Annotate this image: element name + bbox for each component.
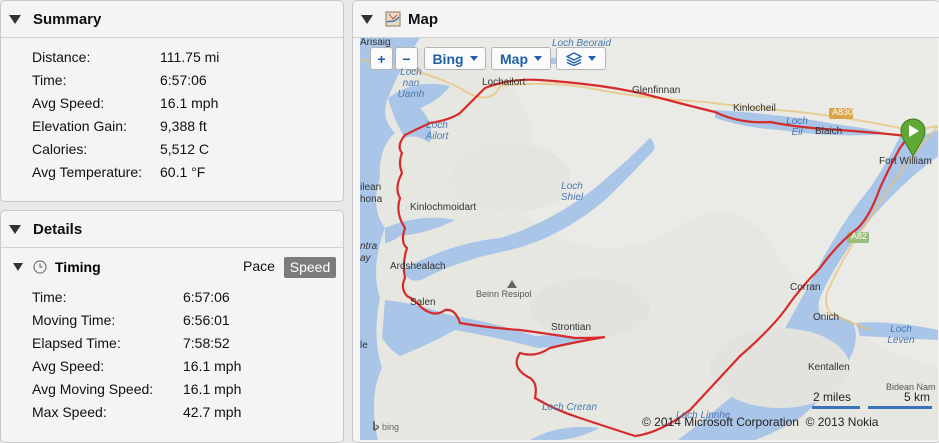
stat-label: Max Speed: — [32, 404, 107, 420]
pace-toggle[interactable]: Pace — [243, 258, 275, 274]
stat-value: 6:56:01 — [183, 312, 230, 328]
place-label: ay — [360, 253, 371, 264]
map-scale: 2 miles 5 km — [812, 390, 936, 410]
scale-bar-miles — [812, 406, 860, 409]
stat-value: 5,512 C — [160, 141, 210, 157]
stat-value: 16.1 mph — [183, 358, 242, 374]
disclosure-triangle-icon[interactable] — [9, 14, 21, 24]
water-label: Loch Beoraid — [552, 38, 611, 49]
stat-value: 42.7 mph — [183, 404, 242, 420]
water-label: Loch Shiel — [560, 181, 584, 203]
stat-value: 6:57:06 — [160, 72, 207, 88]
stat-label: Calories: — [32, 141, 88, 157]
stat-row: Avg Speed: 16.1 mph — [1, 355, 341, 377]
stat-row: Calories: 5,512 C — [1, 138, 341, 160]
stat-value: 6:57:06 — [183, 289, 230, 305]
layers-icon — [566, 51, 582, 66]
timing-title: Timing — [55, 259, 101, 275]
stat-row: Elapsed Time: 7:58:52 — [1, 332, 341, 354]
stat-label: Time: — [32, 72, 67, 88]
stat-label: Avg Temperature: — [32, 164, 142, 180]
layers-dropdown[interactable] — [556, 47, 606, 70]
caret-down-icon — [534, 56, 542, 61]
place-label: Lochailort — [482, 77, 526, 88]
scale-km: 5 km — [903, 390, 930, 404]
water-label: Loch Creran — [542, 402, 598, 413]
place-label: Arisaig — [360, 38, 391, 48]
stat-label: Time: — [32, 289, 67, 305]
map-type-dropdown[interactable]: Map — [491, 47, 551, 70]
stat-row: Time: 6:57:06 — [1, 286, 341, 308]
place-label: le — [360, 340, 368, 351]
road-label: A82 — [851, 231, 868, 241]
road-label: A830 — [832, 107, 854, 117]
stat-value: 16.1 mph — [183, 381, 242, 397]
stat-label: Avg Moving Speed: — [32, 381, 154, 397]
stat-row: Moving Time: 6:56:01 — [1, 309, 341, 331]
map-header[interactable]: Map — [353, 1, 939, 38]
place-label: Glenfinnan — [632, 85, 681, 96]
bing-logo-icon — [373, 421, 379, 431]
water-label: Loch nan Uamh — [397, 67, 425, 100]
stat-value: 9,388 ft — [160, 118, 207, 134]
summary-panel: Summary Distance: 111.75 mi Time: 6:57:06 Av… — [0, 0, 344, 202]
stat-label: Elapsed Time: — [32, 335, 121, 351]
stat-row: Avg Moving Speed: 16.1 mph — [1, 378, 341, 400]
summary-header[interactable]: Summary — [1, 1, 343, 38]
stat-label: Avg Speed: — [32, 95, 105, 111]
place-label: Kentallen — [808, 362, 850, 373]
water-label: Loch Ailort — [425, 120, 449, 142]
place-label: Beinn Resipol — [476, 289, 532, 299]
details-title: Details — [33, 220, 83, 238]
stat-value: 16.1 mph — [160, 95, 219, 111]
clock-icon — [33, 260, 47, 274]
stat-value: 111.75 mi — [160, 49, 220, 65]
stat-row: Max Speed: 42.7 mph — [1, 401, 341, 423]
place-label: Kinlochmoidart — [410, 202, 477, 213]
caret-down-icon — [469, 56, 478, 61]
stat-row: Time: 6:57:06 — [1, 69, 341, 91]
stat-row: Avg Temperature: 60.1 °F — [1, 161, 341, 183]
speed-toggle[interactable]: Speed — [284, 257, 336, 278]
stat-row: Avg Speed: 16.1 mph — [1, 92, 341, 114]
scale-miles: 2 miles — [813, 390, 852, 404]
water-label: Loch Eil — [786, 116, 808, 138]
map-icon — [385, 11, 401, 27]
place-label: ntra — [360, 241, 378, 252]
place-label: Onich — [813, 312, 840, 323]
stat-label: Avg Speed: — [32, 358, 105, 374]
stat-row: Distance: 111.75 mi — [1, 46, 341, 68]
place-label: Corran — [790, 282, 821, 293]
zoom-in-button[interactable]: + — [370, 47, 393, 70]
copyright-text: © 2014 Microsoft Corporation © 2013 Noki… — [642, 415, 879, 429]
disclosure-triangle-icon[interactable] — [9, 224, 21, 234]
place-label: Salen — [410, 297, 436, 308]
details-header[interactable]: Details — [1, 211, 343, 248]
stat-label: Distance: — [32, 49, 91, 65]
disclosure-triangle-icon[interactable] — [13, 263, 23, 271]
place-label: hona — [360, 194, 383, 205]
bing-logo: bing — [372, 421, 399, 432]
place-label: Blaich — [815, 126, 843, 137]
summary-title: Summary — [33, 10, 102, 28]
disclosure-triangle-icon[interactable] — [361, 14, 373, 24]
stat-value: 60.1 °F — [160, 164, 206, 180]
place-label: Strontian — [551, 322, 592, 333]
stat-label: Elevation Gain: — [32, 118, 127, 134]
place-label: Ardshealach — [390, 261, 446, 272]
details-panel: Details Timing Pace Speed Time: 6:57:06 Mo… — [0, 210, 344, 443]
place-label: ilean — [360, 182, 382, 193]
map-title: Map — [408, 10, 438, 28]
stat-value: 7:58:52 — [183, 335, 230, 351]
map-view[interactable]: + − Bing Map Arisaig Lochailort Glenfinn… — [360, 38, 938, 440]
caret-down-icon — [588, 56, 596, 61]
provider-dropdown[interactable]: Bing — [424, 47, 486, 70]
place-label: Kinlocheil — [733, 103, 776, 114]
water-label: Loch Leven — [887, 324, 915, 346]
scale-bar-km — [868, 406, 932, 409]
place-label: Fort William — [879, 156, 932, 167]
stat-row: Elevation Gain: 9,388 ft — [1, 115, 341, 137]
stat-label: Moving Time: — [32, 312, 116, 328]
